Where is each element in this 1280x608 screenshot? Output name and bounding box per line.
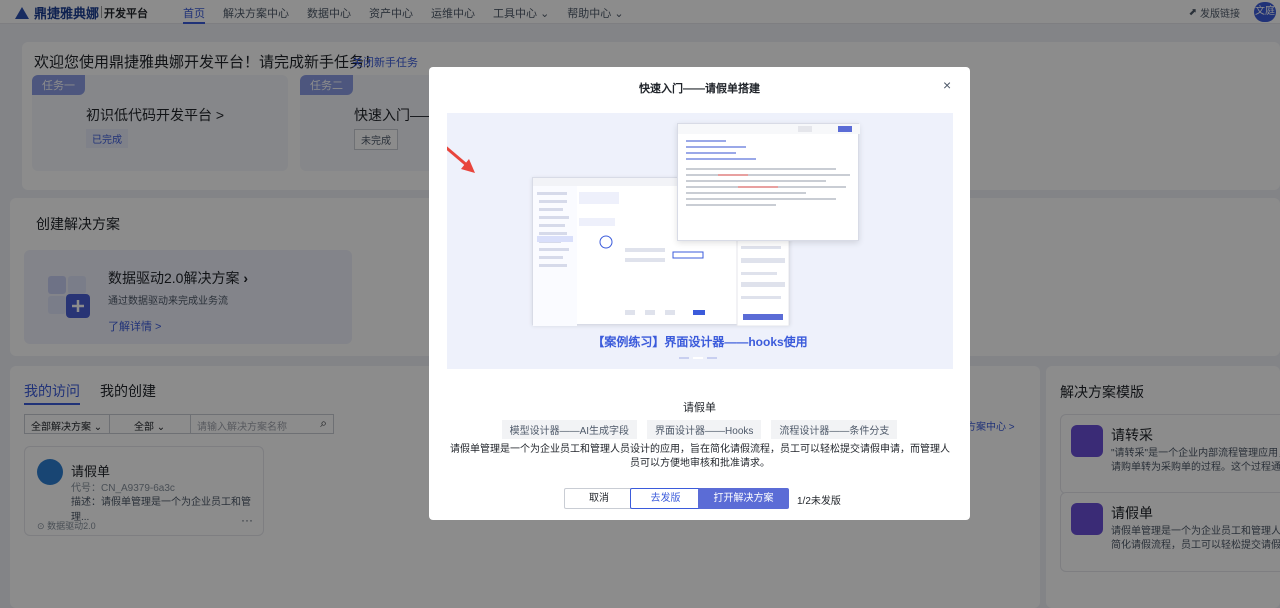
app-description: 请假单管理是一个为企业员工和管理人员设计的应用，旨在简化请假流程，员工可以轻松提… xyxy=(450,444,950,469)
feature-chip: 流程设计器——条件分支 xyxy=(771,420,898,439)
carousel-dot-active[interactable] xyxy=(693,357,703,359)
unpublished-count: 1/2未发版 xyxy=(797,496,841,507)
code-editor-screenshot xyxy=(677,123,860,241)
banner-caption: 【案例练习】界面设计器——hooks使用 xyxy=(592,335,808,349)
feature-chip: 模型设计器——AI生成字段 xyxy=(501,420,638,439)
app-label: 请假单 xyxy=(683,402,716,414)
close-icon[interactable]: × xyxy=(943,77,951,93)
modal-title: 快速入门——请假单搭建 xyxy=(639,83,760,95)
carousel-dot[interactable] xyxy=(679,357,689,359)
tutorial-banner[interactable]: 【案例练习】界面设计器——hooks使用 xyxy=(447,113,953,369)
arrow-icon xyxy=(447,146,475,173)
cancel-button[interactable]: 取消 xyxy=(564,488,634,509)
publish-button[interactable]: 去发版 xyxy=(630,488,701,509)
carousel-dot[interactable] xyxy=(707,357,717,359)
quickstart-modal: 快速入门——请假单搭建 × 【案例练习】界面设计器——hooks使用 请假单 模… xyxy=(429,67,970,520)
carousel-dots xyxy=(679,357,717,359)
open-solution-button[interactable]: 打开解决方案 xyxy=(698,488,789,509)
feature-chips: 模型设计器——AI生成字段 界面设计器——Hooks 流程设计器——条件分支 xyxy=(429,420,970,439)
feature-chip: 界面设计器——Hooks xyxy=(647,420,762,439)
